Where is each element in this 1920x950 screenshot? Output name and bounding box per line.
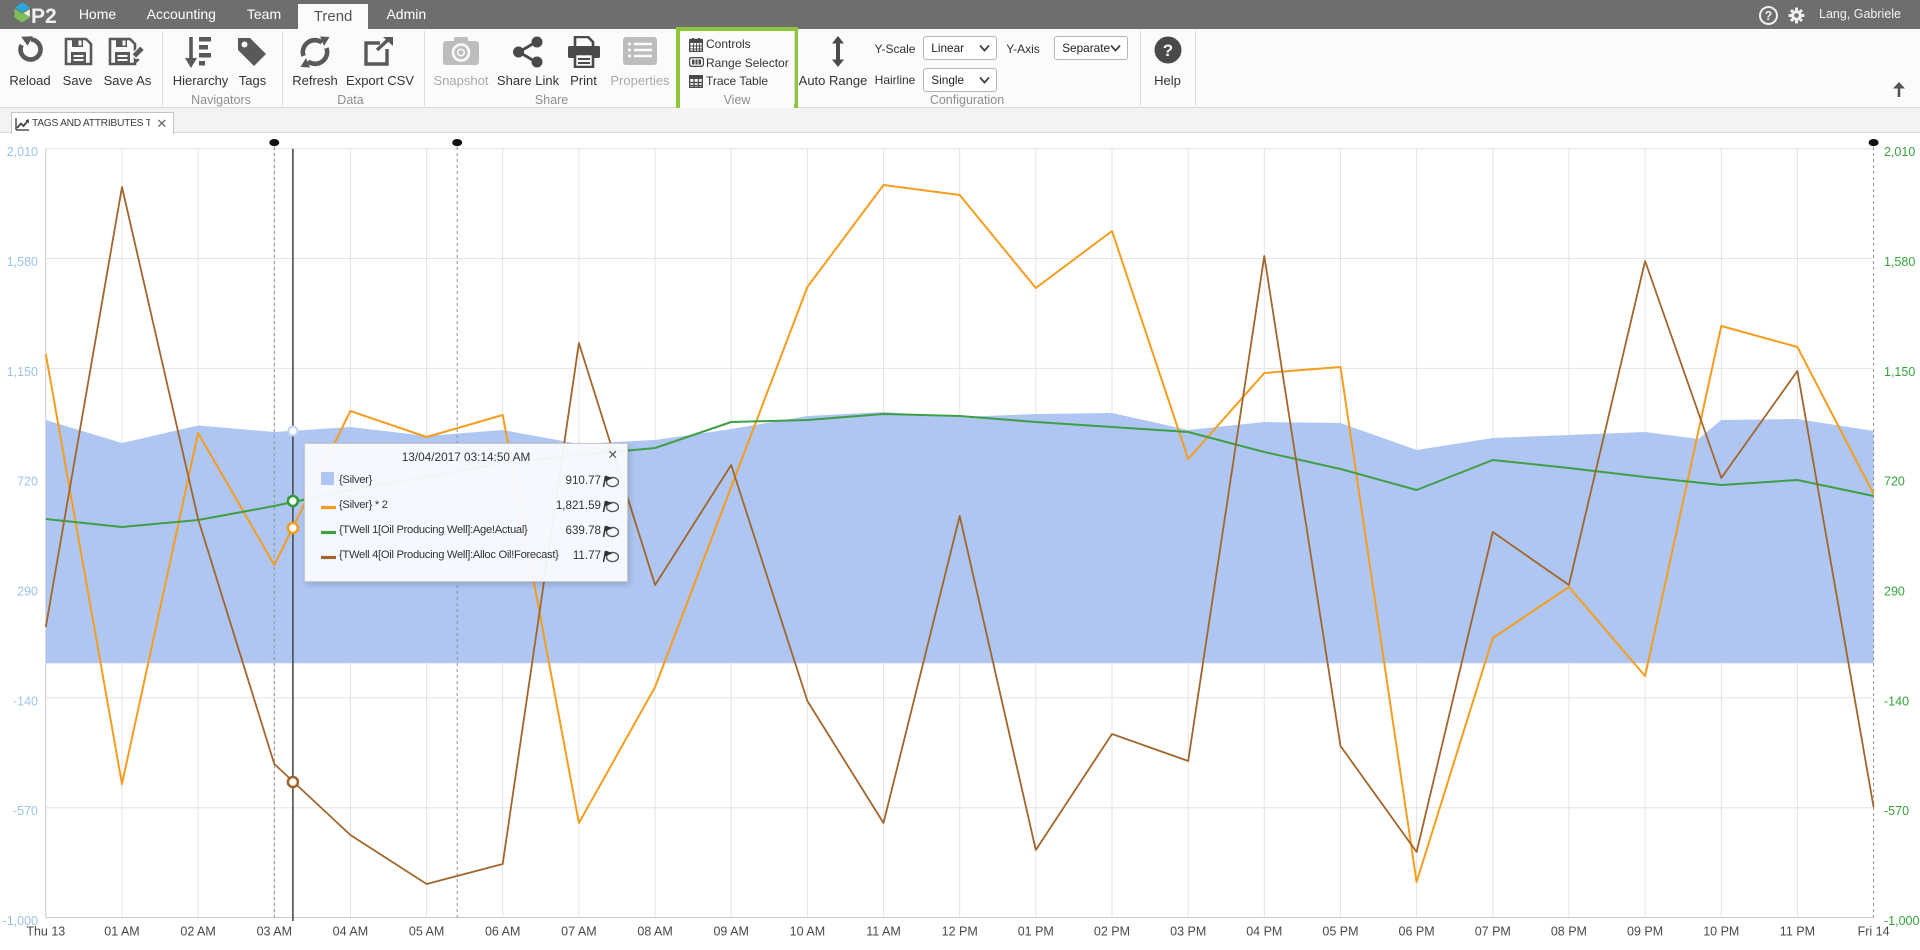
- svg-text:-570: -570: [1884, 804, 1909, 818]
- svg-text:290: 290: [1884, 585, 1905, 599]
- svg-text:-140: -140: [1884, 694, 1909, 708]
- svg-text:2,010: 2,010: [1884, 145, 1915, 159]
- svg-text:11 PM: 11 PM: [1780, 925, 1815, 939]
- svg-text:1,580: 1,580: [7, 255, 38, 269]
- svg-text:1,150: 1,150: [1884, 365, 1915, 379]
- svg-text:02 PM: 02 PM: [1094, 925, 1130, 939]
- svg-text:11 AM: 11 AM: [866, 925, 901, 939]
- svg-text:720: 720: [17, 475, 38, 489]
- svg-text:01 PM: 01 PM: [1018, 925, 1054, 939]
- svg-text:04 PM: 04 PM: [1246, 925, 1282, 939]
- svg-text:06 PM: 06 PM: [1399, 925, 1435, 939]
- svg-text:P2: P2: [31, 5, 57, 28]
- svg-text:03 AM: 03 AM: [257, 925, 292, 939]
- svg-text:09 PM: 09 PM: [1627, 925, 1663, 939]
- svg-text:02 AM: 02 AM: [180, 925, 215, 939]
- svg-text:Fri 14: Fri 14: [1858, 925, 1890, 939]
- svg-text:05 AM: 05 AM: [409, 925, 444, 939]
- svg-text:08 AM: 08 AM: [637, 925, 672, 939]
- svg-text:07 PM: 07 PM: [1475, 925, 1511, 939]
- svg-text:290: 290: [17, 585, 38, 599]
- svg-text:720: 720: [1884, 475, 1905, 489]
- svg-text:2,010: 2,010: [7, 145, 38, 159]
- svg-text:01 AM: 01 AM: [104, 925, 139, 939]
- svg-text:1,580: 1,580: [1884, 255, 1915, 269]
- svg-text:06 AM: 06 AM: [485, 925, 520, 939]
- svg-text:07 AM: 07 AM: [561, 925, 596, 939]
- svg-text:04 AM: 04 AM: [333, 925, 368, 939]
- svg-text:?: ?: [1765, 9, 1773, 23]
- svg-text:10 PM: 10 PM: [1703, 925, 1739, 939]
- svg-text:-140: -140: [13, 694, 38, 708]
- svg-text:12 PM: 12 PM: [942, 925, 978, 939]
- svg-text:03 PM: 03 PM: [1170, 925, 1206, 939]
- svg-text:Thu 13: Thu 13: [26, 925, 65, 939]
- svg-text:-570: -570: [13, 804, 38, 818]
- svg-text:1,150: 1,150: [7, 365, 38, 379]
- svg-text:09 AM: 09 AM: [713, 925, 748, 939]
- svg-text:?: ?: [1162, 41, 1172, 60]
- svg-text:08 PM: 08 PM: [1551, 925, 1587, 939]
- svg-text:05 PM: 05 PM: [1322, 925, 1358, 939]
- svg-text:10 AM: 10 AM: [790, 925, 825, 939]
